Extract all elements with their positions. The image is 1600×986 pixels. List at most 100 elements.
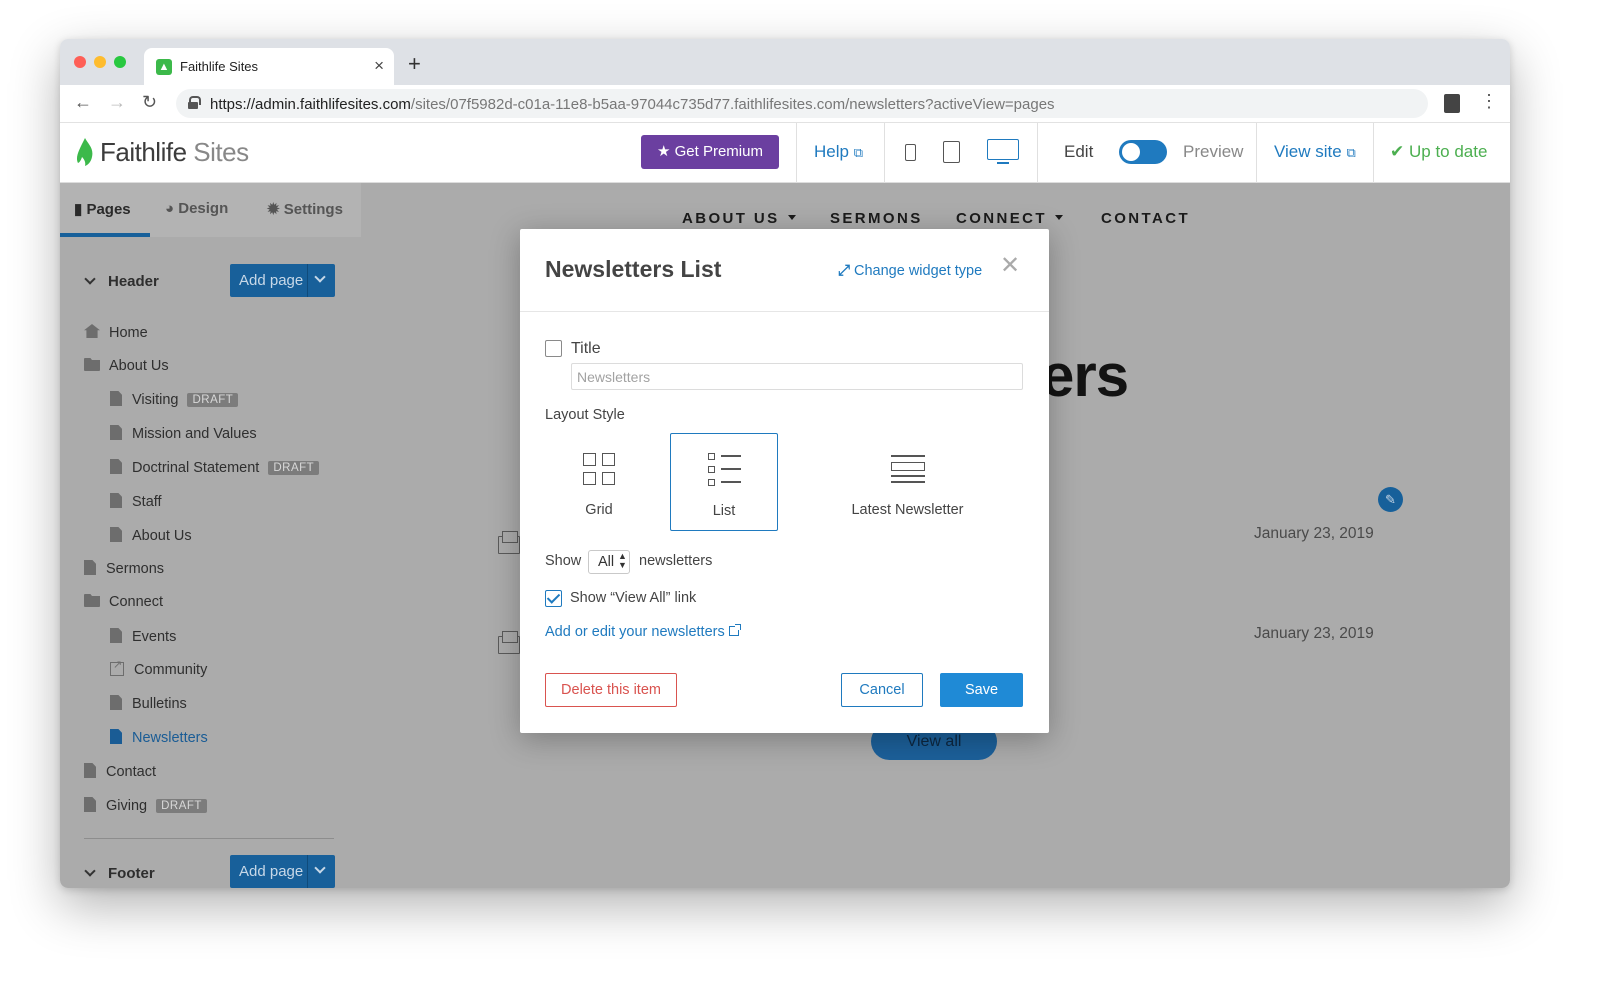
mobile-preview-icon[interactable]	[905, 144, 916, 161]
sidebar-item-mission-and-values[interactable]: Mission and Values	[110, 425, 257, 442]
page-icon	[110, 391, 122, 406]
sidebar-item-label: Events	[132, 629, 177, 645]
page-heading: ers	[1041, 342, 1129, 409]
show-count-select[interactable]: All ▲ ▼	[588, 550, 630, 574]
tablet-preview-icon[interactable]	[943, 141, 960, 163]
close-icon[interactable]: ✕	[1000, 254, 1020, 278]
desktop-preview-icon[interactable]	[987, 139, 1019, 164]
layout-option-latest-newsletter[interactable]: Latest Newsletter	[795, 433, 1020, 531]
newsletter-date: January 23, 2019	[1254, 525, 1374, 542]
sidebar-item-label: Connect	[109, 594, 164, 610]
add-page-button[interactable]: Add page	[230, 264, 335, 297]
sidebar-item-about-us[interactable]: About Us	[84, 358, 169, 374]
title-input[interactable]	[571, 363, 1023, 390]
edit-preview-toggle[interactable]	[1119, 140, 1167, 164]
sidebar-item-doctrinal-statement[interactable]: Doctrinal Statement DRAFT	[110, 459, 320, 476]
chevron-down-icon[interactable]	[314, 271, 326, 283]
sidebar-item-community[interactable]: Community	[110, 658, 208, 678]
sidebar-item-sermons[interactable]: Sermons	[84, 560, 164, 577]
sidebar-item-home[interactable]: Home	[84, 324, 148, 341]
browser-menu-icon[interactable]: ⋮	[1480, 91, 1498, 112]
clipboard-extension-icon[interactable]	[1444, 94, 1460, 113]
add-page-label: Add page	[239, 863, 304, 880]
view-site-link[interactable]: View site ⧉	[1274, 142, 1356, 162]
address-bar-row: ← → ↻ https://admin.faithlifesites.com/s…	[60, 85, 1510, 123]
page-icon	[110, 628, 122, 643]
delete-item-button[interactable]: Delete this item	[545, 673, 677, 707]
site-nav-sermons[interactable]: SERMONS	[830, 210, 923, 227]
tab-pages[interactable]: ▮ Pages	[74, 200, 131, 218]
sidebar-item-giving[interactable]: Giving DRAFT	[84, 797, 207, 814]
sidebar-item-label: Community	[134, 662, 208, 678]
sidebar-item-visiting[interactable]: Visiting DRAFT	[110, 391, 239, 408]
sidebar-item-events[interactable]: Events	[110, 628, 176, 645]
section-divider	[84, 838, 334, 839]
home-icon	[84, 324, 100, 338]
gear-icon: ✹	[267, 201, 280, 218]
url-field[interactable]: https://admin.faithlifesites.com/sites/0…	[176, 89, 1428, 118]
reload-icon[interactable]: ↻	[142, 92, 157, 113]
pencil-icon[interactable]: ✎	[1378, 487, 1403, 512]
site-nav-about-us[interactable]: ABOUT US	[682, 210, 796, 227]
site-nav-connect[interactable]: CONNECT	[956, 210, 1063, 227]
sidebar-item-staff[interactable]: Staff	[110, 493, 162, 510]
title-checkbox[interactable]	[545, 340, 562, 357]
save-button[interactable]: Save	[940, 673, 1023, 707]
show-count-value: All	[598, 554, 615, 570]
layout-option-grid[interactable]: Grid	[545, 433, 653, 531]
show-view-all-checkbox[interactable]	[545, 590, 562, 607]
maximize-window-button[interactable]	[114, 56, 126, 68]
sidebar-item-contact[interactable]: Contact	[84, 763, 156, 780]
newsletters-list-dialog: Newsletters List ⤢ Change widget type ✕ T…	[520, 229, 1049, 733]
get-premium-button[interactable]: ★ Get Premium	[641, 135, 779, 169]
sidebar-item-connect[interactable]: Connect	[84, 594, 163, 610]
forward-arrow-icon[interactable]: →	[108, 92, 126, 113]
page-icon	[110, 425, 122, 440]
site-nav-contact[interactable]: CONTACT	[1101, 210, 1190, 227]
layout-option-list[interactable]: List	[670, 433, 778, 531]
minimize-window-button[interactable]	[94, 56, 106, 68]
sidebar-item-label: Newsletters	[132, 730, 208, 746]
browser-tab[interactable]: ▲ Faithlife Sites ×	[144, 48, 394, 85]
layout-option-label: Latest Newsletter	[851, 502, 964, 518]
change-widget-type-link[interactable]: ⤢ Change widget type	[838, 262, 982, 279]
page-icon	[110, 729, 122, 744]
help-link[interactable]: Help ⧉	[814, 142, 863, 162]
page-icon	[84, 797, 96, 812]
sidebar-item-bulletins[interactable]: Bulletins	[110, 695, 187, 712]
title-checkbox-label: Title	[571, 340, 601, 357]
footer-section-toggle[interactable]: Footer	[84, 865, 155, 882]
layout-option-label: List	[712, 503, 736, 519]
tab-design-label: Design	[178, 200, 229, 217]
tab-settings[interactable]: ✹ Settings	[267, 200, 343, 218]
chevron-down-icon	[84, 865, 96, 877]
sidebar-item-label: Bulletins	[132, 696, 187, 712]
folder-icon	[84, 594, 100, 607]
latest-newsletter-icon	[891, 455, 925, 483]
layout-option-label: Grid	[585, 502, 613, 518]
tab-design[interactable]: ◕ Design	[165, 200, 228, 217]
back-arrow-icon[interactable]: ←	[74, 92, 92, 113]
page-icon	[84, 763, 96, 778]
add-page-label: Add page	[239, 272, 304, 289]
sidebar-item-label: About Us	[132, 528, 192, 544]
show-view-all-label: Show “View All” link	[570, 590, 697, 606]
tab-close-icon[interactable]: ×	[374, 56, 384, 76]
tab-settings-label: Settings	[283, 201, 343, 218]
grid-icon	[583, 453, 617, 487]
faithlife-sites-logo[interactable]: Faithlife Sites	[100, 137, 249, 168]
add-edit-newsletters-link[interactable]: Add or edit your newsletters	[545, 624, 741, 640]
new-tab-icon[interactable]: +	[408, 51, 421, 77]
add-page-button[interactable]: Add page	[230, 855, 335, 888]
sidebar-item-about-us-page[interactable]: About Us	[110, 527, 192, 544]
header-section-toggle[interactable]: Header	[84, 273, 159, 290]
sidebar-item-newsletters[interactable]: Newsletters	[110, 729, 208, 746]
lock-icon	[188, 96, 201, 109]
external-link-icon	[728, 624, 741, 636]
sidebar-item-label: Home	[109, 325, 148, 341]
chevron-down-icon[interactable]	[314, 862, 326, 874]
close-window-button[interactable]	[74, 56, 86, 68]
cancel-button[interactable]: Cancel	[841, 673, 923, 707]
external-link-icon: ⧉	[1346, 145, 1356, 160]
header-section-label: Header	[108, 273, 159, 290]
